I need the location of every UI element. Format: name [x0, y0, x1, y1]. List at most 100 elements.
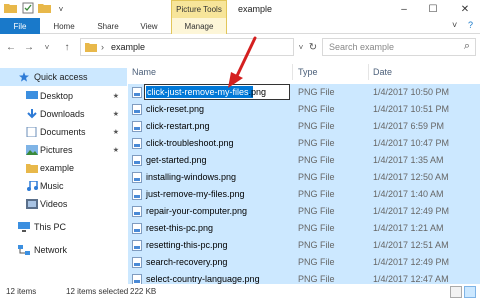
png-file-icon: [132, 223, 142, 234]
window-title: example: [238, 4, 273, 14]
column-header-date[interactable]: Date: [373, 62, 473, 82]
music-icon: [27, 181, 38, 191]
file-type: PNG File: [298, 87, 335, 97]
table-row[interactable]: get-started.png PNG File 1/4/2017 1:35 A…: [128, 152, 480, 169]
nav-item-label: Downloads: [40, 109, 85, 119]
nav-item-this-pc[interactable]: This PC: [0, 218, 127, 236]
nav-item-downloads[interactable]: Downloads ★: [0, 105, 127, 123]
column-header-type[interactable]: Type: [298, 62, 368, 82]
file-name: search-recovery.png: [146, 257, 228, 267]
column-divider[interactable]: [368, 64, 369, 80]
file-date: 1/4/2017 12:49 PM: [373, 257, 450, 267]
file-date: 1/4/2017 1:40 AM: [373, 189, 444, 199]
search-input[interactable]: Search example ⌕: [322, 38, 476, 56]
maximize-button[interactable]: ☐: [420, 0, 446, 18]
file-type: PNG File: [298, 274, 335, 284]
up-button[interactable]: ↑: [60, 40, 74, 54]
breadcrumb[interactable]: example: [111, 42, 145, 52]
ribbon-expand-icon[interactable]: ˅: [452, 20, 457, 30]
png-file-icon: [132, 189, 142, 200]
annotation-arrow: [228, 36, 257, 88]
nav-item-network[interactable]: Network: [0, 241, 127, 259]
properties-icon[interactable]: [22, 2, 35, 14]
tab-manage[interactable]: Manage: [171, 18, 227, 34]
close-button[interactable]: ✕: [452, 0, 478, 18]
column-header-name[interactable]: Name: [132, 62, 292, 82]
recent-locations-button[interactable]: ˅: [40, 40, 54, 54]
selected-count: 12 items selected: [66, 287, 129, 296]
table-row[interactable]: reset-this-pc.png PNG File 1/4/2017 1:21…: [128, 220, 480, 237]
videos-icon: [26, 199, 38, 209]
folder-icon: [4, 4, 17, 13]
nav-item-music[interactable]: Music: [0, 177, 127, 195]
png-file-icon: [132, 138, 142, 149]
nav-item-label: Documents: [40, 127, 86, 137]
png-file-icon: [132, 87, 142, 98]
title-bar: ˅ Picture Tools example – ☐ ✕: [0, 0, 480, 18]
pin-icon: ★: [112, 111, 119, 118]
star-icon: [19, 72, 29, 82]
network-icon: [18, 245, 30, 255]
file-list: Name Type Date click-just-remove-my-file…: [128, 62, 480, 288]
table-row[interactable]: click-troubleshoot.png PNG File 1/4/2017…: [128, 135, 480, 152]
tab-home[interactable]: Home: [44, 18, 84, 34]
png-file-icon: [132, 155, 142, 166]
large-icons-view-button[interactable]: [464, 286, 476, 298]
tab-view[interactable]: View: [130, 18, 168, 34]
file-date: 1/4/2017 1:21 AM: [373, 223, 444, 233]
png-file-icon: [132, 257, 142, 268]
png-file-icon: [132, 172, 142, 183]
table-row[interactable]: search-recovery.png PNG File 1/4/2017 12…: [128, 254, 480, 271]
tab-file[interactable]: File: [0, 18, 40, 34]
table-row[interactable]: click-restart.png PNG File 1/4/2017 6:59…: [128, 118, 480, 135]
table-row[interactable]: click-just-remove-my-files.png PNG File …: [128, 84, 480, 101]
table-row[interactable]: repair-your-computer.png PNG File 1/4/20…: [128, 203, 480, 220]
minimize-button[interactable]: –: [391, 0, 417, 18]
pin-icon: ★: [112, 129, 119, 136]
pin-icon: ★: [112, 93, 119, 100]
forward-button[interactable]: →: [22, 40, 36, 54]
column-divider[interactable]: [292, 64, 293, 80]
search-icon[interactable]: ⌕: [464, 40, 470, 53]
file-date: 1/4/2017 12:51 AM: [373, 240, 449, 250]
file-type: PNG File: [298, 155, 335, 165]
nav-item-pictures[interactable]: Pictures ★: [0, 141, 127, 159]
back-button[interactable]: ←: [4, 40, 18, 54]
selected-size: 222 KB: [130, 287, 157, 296]
file-type: PNG File: [298, 121, 335, 131]
nav-item-documents[interactable]: Documents ★: [0, 123, 127, 141]
file-name: click-restart.png: [146, 121, 210, 131]
customize-qat-icon[interactable]: ˅: [54, 0, 68, 18]
status-bar: 12 items 12 items selected 222 KB: [0, 284, 480, 300]
file-name: repair-your-computer.png: [146, 206, 248, 216]
navigation-pane: Quick access Desktop ★ Downloads ★ Docum…: [0, 62, 127, 282]
nav-item-videos[interactable]: Videos: [0, 195, 127, 213]
refresh-button[interactable]: ↻: [306, 40, 320, 54]
file-type: PNG File: [298, 257, 335, 267]
table-row[interactable]: just-remove-my-files.png PNG File 1/4/20…: [128, 186, 480, 203]
new-folder-icon[interactable]: [38, 2, 51, 14]
table-row[interactable]: installing-windows.png PNG File 1/4/2017…: [128, 169, 480, 186]
download-icon: [27, 109, 37, 119]
tab-share[interactable]: Share: [88, 18, 128, 34]
table-row[interactable]: resetting-this-pc.png PNG File 1/4/2017 …: [128, 237, 480, 254]
rename-input[interactable]: click-just-remove-my-files.png: [144, 84, 290, 100]
file-type: PNG File: [298, 189, 335, 199]
nav-item-label: This PC: [34, 222, 67, 232]
nav-item-quick-access[interactable]: Quick access: [0, 68, 127, 86]
file-date: 1/4/2017 12:49 PM: [373, 206, 450, 216]
file-date: 1/4/2017 10:51 PM: [373, 104, 450, 114]
details-view-button[interactable]: [450, 286, 462, 298]
pc-icon: [18, 222, 30, 232]
file-date: 1/4/2017 1:35 AM: [373, 155, 444, 165]
nav-item-example[interactable]: example: [0, 159, 127, 177]
search-placeholder: Search example: [329, 42, 395, 52]
help-icon[interactable]: ?: [468, 20, 473, 30]
pictures-icon: [26, 145, 38, 155]
nav-item-desktop[interactable]: Desktop ★: [0, 87, 127, 105]
file-name: installing-windows.png: [146, 172, 237, 182]
file-date: 1/4/2017 12:47 AM: [373, 274, 449, 284]
table-row[interactable]: click-reset.png PNG File 1/4/2017 10:51 …: [128, 101, 480, 118]
png-file-icon: [132, 104, 142, 115]
nav-item-label: Desktop: [40, 91, 74, 101]
